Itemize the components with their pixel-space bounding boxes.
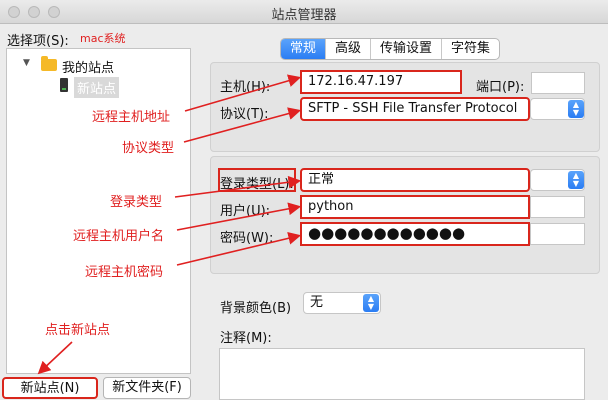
arrow-host xyxy=(184,74,302,112)
arrow-login-type xyxy=(174,175,302,198)
arrow-protocol xyxy=(183,107,302,143)
annotation-arrows xyxy=(37,74,302,375)
arrow-user xyxy=(176,202,302,231)
arrow-password xyxy=(176,232,302,266)
arrow-new-site xyxy=(37,341,73,375)
